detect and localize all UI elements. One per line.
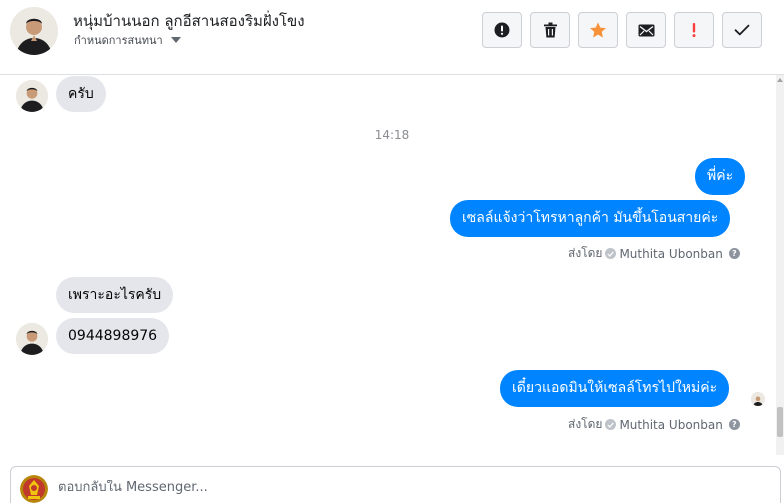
sent-by-name[interactable]: Muthita Ubonban: [619, 418, 722, 432]
sent-by-prefix: ส่งโดย: [568, 246, 603, 260]
incoming-message[interactable]: ครับ: [56, 76, 106, 112]
exclamation-circle-icon: [494, 22, 510, 38]
trash-icon: [543, 22, 557, 38]
reply-composer[interactable]: [10, 466, 781, 503]
conversation-schedule-label: กำหนดการสนทนา: [74, 34, 163, 47]
mark-unread-button[interactable]: [626, 12, 666, 48]
contact-avatar[interactable]: [16, 80, 48, 112]
person-photo-icon: [10, 7, 58, 55]
contact-avatar[interactable]: [16, 323, 48, 355]
mark-done-button[interactable]: [722, 12, 762, 48]
person-photo-icon: [16, 323, 48, 355]
scroll-up-arrow-icon[interactable]: [777, 78, 783, 82]
scrollbar-thumb[interactable]: [777, 407, 783, 437]
person-photo-icon: [16, 80, 48, 112]
page-avatar: [20, 475, 48, 503]
mark-spam-button[interactable]: [674, 12, 714, 48]
star-icon: [590, 21, 606, 38]
sent-by-info: ส่งโดย Muthita Ubonban ?: [568, 244, 740, 263]
incoming-message[interactable]: เพราะอะไรครับ: [56, 277, 174, 313]
thread-scrollbar[interactable]: [776, 75, 784, 455]
reply-input[interactable]: [58, 480, 738, 495]
outgoing-message[interactable]: พี่ค่ะ: [695, 158, 746, 195]
sent-by-prefix: ส่งโดย: [568, 417, 603, 431]
delete-button[interactable]: [530, 12, 570, 48]
caret-down-icon: [170, 37, 181, 43]
question-circle-icon[interactable]: ?: [728, 248, 740, 259]
outgoing-message[interactable]: เซลล์แจ้งว่าโทรหาลูกค้า มันขึ้นโอนสายค่ะ: [450, 200, 731, 237]
contact-name[interactable]: หนุ่มบ้านนอก ลูกอีสานสองริมฝั่งโขง: [73, 9, 305, 33]
sent-by-info: ส่งโดย Muthita Ubonban ?: [568, 415, 740, 434]
check-circle-icon: [605, 419, 617, 430]
outgoing-message[interactable]: เดี๋ยวแอดมินให้เซลล์โทรไปใหม่ค่ะ: [500, 370, 730, 407]
info-button[interactable]: [482, 12, 522, 48]
checkmark-icon: [734, 24, 750, 36]
message-timestamp: 14:18: [374, 128, 410, 142]
contact-avatar[interactable]: [10, 7, 58, 55]
sent-by-name[interactable]: Muthita Ubonban: [619, 247, 722, 261]
conversation-header: หนุ่มบ้านนอก ลูกอีสานสองริมฝั่งโขง กำหนด…: [0, 0, 784, 75]
star-button[interactable]: [578, 12, 618, 48]
conversation-schedule-dropdown[interactable]: กำหนดการสนทนา: [74, 31, 181, 49]
check-circle-icon: [605, 248, 617, 259]
exclamation-icon: [692, 23, 696, 38]
envelope-icon: [638, 24, 654, 36]
incoming-message[interactable]: 0944898976: [56, 318, 170, 354]
page-logo-icon: [20, 475, 48, 503]
seen-avatar: [751, 392, 765, 406]
question-circle-icon[interactable]: ?: [728, 419, 740, 430]
